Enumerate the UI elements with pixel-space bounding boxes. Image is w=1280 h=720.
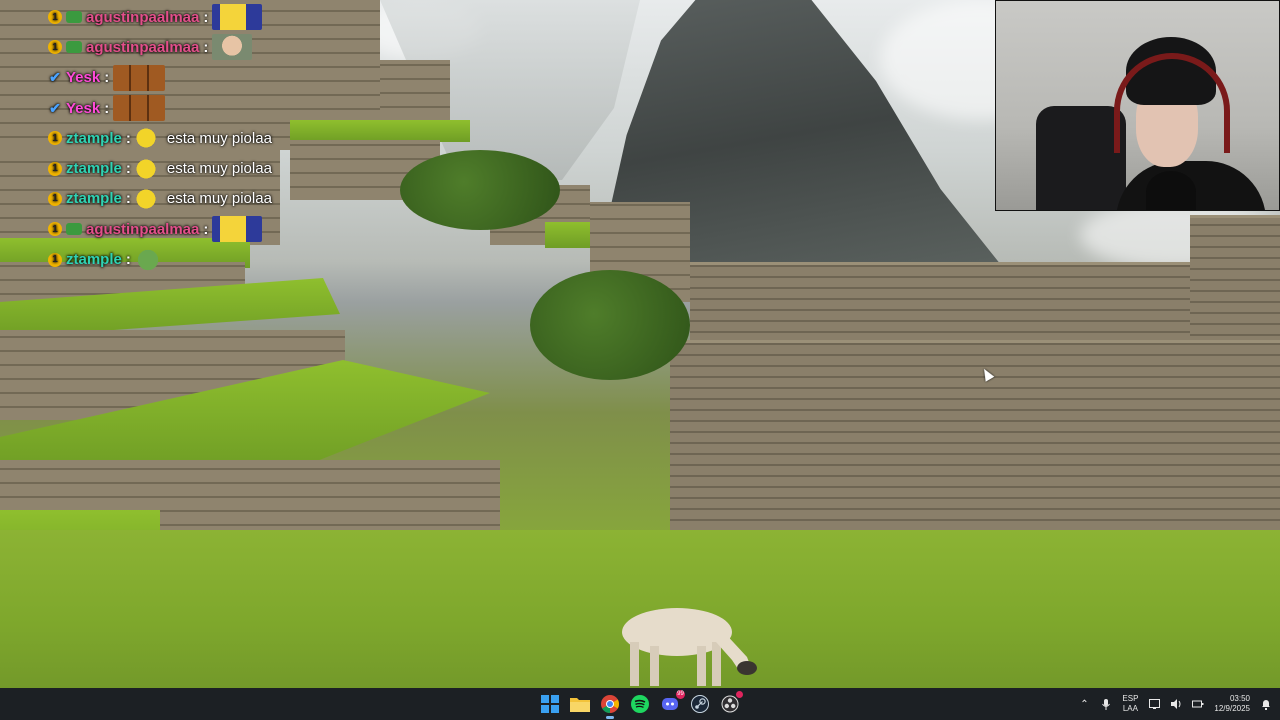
language-indicator[interactable]: ESP LAA — [1122, 694, 1138, 714]
gift-badge-icon — [66, 11, 82, 24]
chat-emote-icon — [212, 216, 263, 243]
clock-time: 03:50 — [1229, 694, 1250, 703]
subscriber-badge-icon: 1 — [48, 222, 62, 237]
chat-emote-icon — [212, 4, 263, 31]
chrome-icon — [601, 695, 619, 713]
chat-message-text: esta muy piolaa — [166, 160, 272, 178]
chat-username[interactable]: ztample — [66, 251, 122, 268]
chat-separator: : — [125, 129, 131, 147]
chat-message: ✔ Yesk: — [48, 63, 348, 93]
discord-notification-badge: 99 — [676, 690, 685, 699]
chat-message: 1 ztample: — [48, 244, 348, 274]
discord-icon — [662, 698, 678, 710]
folder-icon — [570, 698, 590, 712]
taskbar: 99 ⌃ ESP LAA 03:50 12/9/2025 — [0, 688, 1280, 720]
chevron-up-icon[interactable]: ⌃ — [1078, 698, 1090, 710]
spotify-button[interactable] — [628, 692, 652, 716]
chat-emote-icon — [212, 34, 253, 61]
clock[interactable]: 03:50 12/9/2025 — [1214, 694, 1250, 714]
obs-recording-dot — [736, 691, 743, 698]
chat-username[interactable]: ztample — [66, 160, 122, 177]
verified-badge-icon: ✔ — [49, 69, 61, 86]
subscriber-badge-icon: 1 — [48, 40, 62, 55]
spotify-icon — [631, 695, 649, 713]
steam-button[interactable] — [688, 692, 712, 716]
chat-separator: : — [125, 190, 131, 208]
chat-emote-icon — [113, 95, 166, 122]
obs-button[interactable] — [718, 691, 743, 716]
keyboard-layout: LAA — [1122, 704, 1138, 713]
llama-image — [622, 608, 757, 686]
chat-emote-icon — [134, 246, 161, 273]
subscriber-badge-icon: 1 — [48, 10, 62, 25]
network-icon[interactable] — [1192, 698, 1204, 710]
chat-separator: : — [104, 69, 110, 87]
chat-separator: : — [125, 251, 131, 269]
chat-message: 1 agustinpaalmaa: — [48, 2, 348, 32]
file-explorer-button[interactable] — [568, 692, 592, 716]
gaming-chair — [1036, 106, 1126, 210]
chat-username[interactable]: ztample — [66, 190, 122, 207]
gift-badge-icon — [66, 41, 82, 54]
subscriber-badge-icon: 1 — [48, 191, 62, 206]
chat-emote-icon — [134, 125, 157, 152]
notification-bell-icon[interactable] — [1260, 698, 1272, 710]
volume-icon[interactable] — [1170, 698, 1182, 710]
chat-message-text: esta muy piolaa — [166, 129, 272, 147]
gift-badge-icon — [66, 223, 82, 236]
system-tray: ⌃ ESP LAA 03:50 12/9/2025 — [1078, 688, 1272, 720]
steam-icon — [691, 695, 709, 713]
chat-username[interactable]: ztample — [66, 130, 122, 147]
chat-username[interactable]: Yesk — [66, 69, 100, 86]
chat-message: 1 agustinpaalmaa: — [48, 214, 348, 244]
notification-icon[interactable] — [1148, 698, 1160, 710]
obs-icon — [721, 695, 739, 713]
chat-message: 1 ztample: esta muy piolaa — [48, 123, 348, 153]
chat-message: 1 ztample: esta muy piolaa — [48, 153, 348, 183]
chat-username[interactable]: Yesk — [66, 100, 100, 117]
chat-emote-icon — [113, 64, 166, 91]
language-code: ESP — [1122, 694, 1139, 703]
microphone — [1146, 171, 1196, 210]
subscriber-badge-icon: 1 — [48, 161, 62, 176]
chat-message: 1 ztample: esta muy piolaa — [48, 184, 348, 214]
chrome-button[interactable] — [598, 692, 622, 719]
chat-emote-icon — [134, 185, 157, 212]
verified-badge-icon: ✔ — [49, 99, 61, 116]
chat-username[interactable]: agustinpaalmaa — [86, 221, 199, 238]
chat-separator: : — [125, 160, 131, 178]
chat-message-text: esta muy piolaa — [166, 190, 272, 208]
subscriber-badge-icon: 1 — [48, 131, 62, 146]
chat-separator: : — [203, 220, 209, 238]
taskbar-apps: 99 — [538, 688, 743, 720]
windows-icon — [541, 695, 559, 713]
stream-chat-overlay: 1 agustinpaalmaa: 1 agustinpaalmaa: ✔ Yesk: ✔ Y… — [48, 2, 348, 275]
chat-message: 1 agustinpaalmaa: — [48, 32, 348, 62]
subscriber-badge-icon: 1 — [48, 252, 62, 267]
chat-separator: : — [203, 38, 209, 56]
chat-emote-icon — [134, 155, 157, 182]
chat-message: ✔ Yesk: — [48, 93, 348, 123]
chat-separator: : — [104, 99, 110, 117]
webcam-feed — [995, 0, 1280, 211]
microphone-icon[interactable] — [1100, 698, 1112, 710]
clock-date: 12/9/2025 — [1214, 704, 1250, 713]
chat-username[interactable]: agustinpaalmaa — [86, 39, 199, 56]
start-button[interactable] — [538, 692, 562, 716]
discord-button[interactable]: 99 — [658, 690, 685, 716]
chat-username[interactable]: agustinpaalmaa — [86, 9, 199, 26]
chat-separator: : — [203, 8, 209, 26]
